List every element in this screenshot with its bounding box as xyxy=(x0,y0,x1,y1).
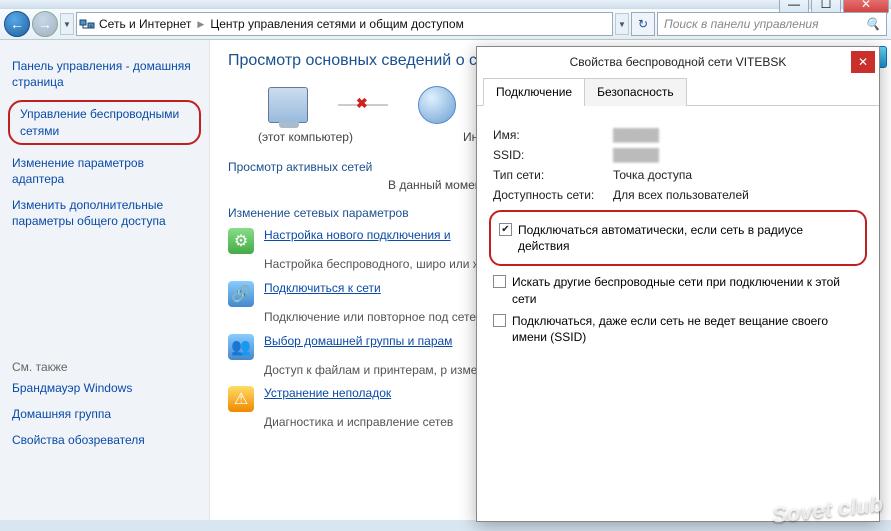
checkbox-label: Подключаться, даже если сеть не ведет ве… xyxy=(512,313,863,345)
diagram-label-pc: (этот компьютер) xyxy=(258,130,353,144)
dialog-tabs: Подключение Безопасность xyxy=(477,77,879,106)
arrow-left-icon: ← xyxy=(10,17,24,31)
search-input[interactable]: Поиск в панели управления 🔍 xyxy=(657,12,887,36)
navigation-bar: ← → ▼ Сеть и Интернет ▶ Центр управления… xyxy=(0,8,891,40)
network-icon xyxy=(79,16,95,32)
field-value-type: Точка доступа xyxy=(613,168,692,182)
crumb-2[interactable]: Центр управления сетями и общим доступом xyxy=(210,17,464,31)
refresh-button[interactable]: ↻ xyxy=(631,12,655,36)
history-dropdown[interactable]: ▼ xyxy=(60,13,74,35)
tab-connection[interactable]: Подключение xyxy=(483,78,585,106)
task-link-homegroup[interactable]: Выбор домашней группы и парам xyxy=(264,334,452,348)
checkbox-search-other[interactable]: Искать другие беспроводные сети при подк… xyxy=(493,274,863,306)
dialog-close-button[interactable]: ✕ xyxy=(851,51,875,73)
address-bar[interactable]: Сеть и Интернет ▶ Центр управления сетям… xyxy=(76,12,613,36)
search-icon: 🔍 xyxy=(865,17,880,31)
checkbox-auto-connect[interactable]: Подключаться автоматически, если сеть в … xyxy=(499,222,857,254)
field-value-name: ██████ xyxy=(613,128,658,142)
refresh-icon: ↻ xyxy=(638,17,648,31)
back-button[interactable]: ← xyxy=(4,11,30,37)
sidebar-item-adapter[interactable]: Изменение параметров адаптера xyxy=(12,155,197,187)
sidebar-also-browser[interactable]: Свойства обозревателя xyxy=(12,432,197,448)
checkbox-hidden-ssid[interactable]: Подключаться, даже если сеть не ведет ве… xyxy=(493,313,863,345)
breadcrumb[interactable]: Сеть и Интернет ▶ Центр управления сетям… xyxy=(99,17,464,31)
field-value-avail: Для всех пользователей xyxy=(613,188,749,202)
connect-icon: 🔗 xyxy=(228,281,254,307)
checkbox-label: Искать другие беспроводные сети при подк… xyxy=(512,274,863,306)
task-link-new-connection[interactable]: Настройка нового подключения и xyxy=(264,228,451,242)
search-placeholder: Поиск в панели управления xyxy=(664,17,819,31)
checkbox-icon xyxy=(493,275,506,288)
window-titlebar: — ☐ ✕ xyxy=(0,0,891,8)
field-label-avail: Доступность сети: xyxy=(493,188,613,202)
field-label-name: Имя: xyxy=(493,128,613,142)
internet-globe-icon xyxy=(418,86,456,124)
crumb-1[interactable]: Сеть и Интернет xyxy=(99,17,191,31)
field-label-ssid: SSID: xyxy=(493,148,613,162)
sidebar: Панель управления - домашняя страница Уп… xyxy=(0,40,210,520)
sidebar-also-homegroup[interactable]: Домашняя группа xyxy=(12,406,197,422)
connection-broken-icon xyxy=(338,104,388,106)
forward-button[interactable]: → xyxy=(32,11,58,37)
sidebar-item-wireless[interactable]: Управление беспроводными сетями xyxy=(8,100,201,144)
see-also-header: См. также xyxy=(12,360,197,374)
wireless-properties-dialog: Свойства беспроводной сети VITEBSK ✕ Под… xyxy=(476,46,880,522)
new-connection-icon: ⚙ xyxy=(228,228,254,254)
chevron-right-icon: ▶ xyxy=(197,19,204,30)
tab-security[interactable]: Безопасность xyxy=(584,78,687,106)
field-label-type: Тип сети: xyxy=(493,168,613,182)
troubleshoot-icon: ⚠ xyxy=(228,386,254,412)
task-link-troubleshoot[interactable]: Устранение неполадок xyxy=(264,386,391,400)
checkbox-icon xyxy=(493,314,506,327)
checkbox-label: Подключаться автоматически, если сеть в … xyxy=(518,222,857,254)
computer-icon xyxy=(268,87,308,123)
homegroup-icon: 👥 xyxy=(228,334,254,360)
field-value-ssid: ██████ xyxy=(613,148,658,162)
sidebar-item-sharing[interactable]: Изменить дополнительные параметры общего… xyxy=(12,197,197,229)
task-link-connect[interactable]: Подключиться к сети xyxy=(264,281,381,295)
checkbox-icon xyxy=(499,223,512,236)
dialog-title: Свойства беспроводной сети VITEBSK ✕ xyxy=(477,47,879,77)
control-panel-home-link[interactable]: Панель управления - домашняя страница xyxy=(12,58,197,90)
address-dropdown[interactable]: ▼ xyxy=(615,13,629,35)
arrow-right-icon: → xyxy=(38,17,52,31)
sidebar-also-firewall[interactable]: Брандмауэр Windows xyxy=(12,380,197,396)
